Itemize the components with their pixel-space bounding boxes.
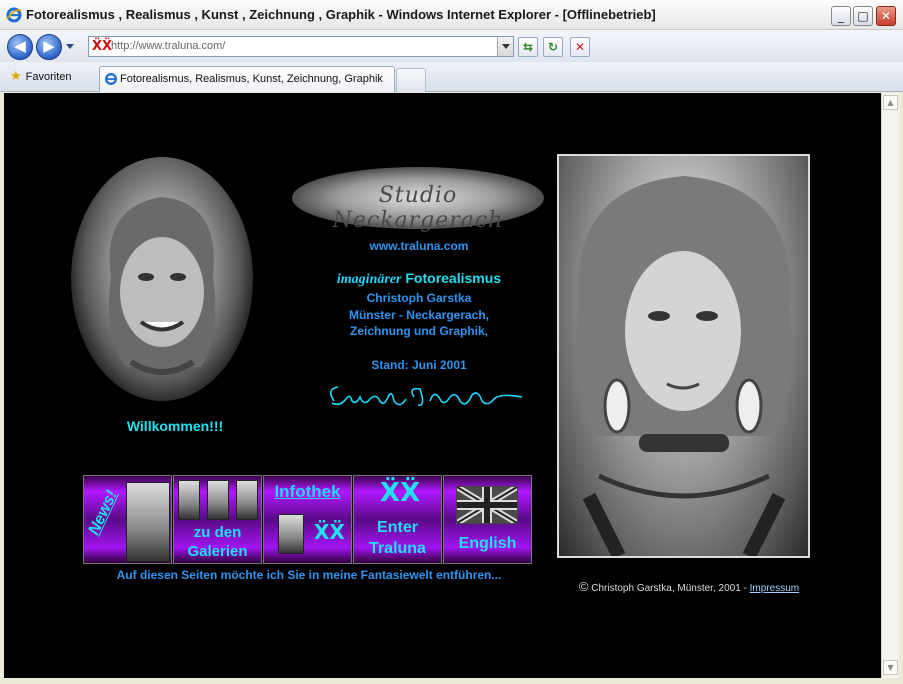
site-favicon-icon: ẌẌ xyxy=(92,39,113,54)
studio-logo: Studio Neckargerach xyxy=(292,167,544,233)
address-bar[interactable]: ẌẌ http://www.traluna.com/ xyxy=(88,36,514,57)
internet-explorer-icon xyxy=(6,7,22,23)
intro-text: Auf diesen Seiten möchte ich Sie in mein… xyxy=(116,568,502,582)
infothek-label: Infothek xyxy=(274,482,341,501)
gallery-thumbnail-image xyxy=(207,480,229,520)
maximize-button[interactable]: □ xyxy=(853,6,873,26)
gallery-thumbnail-image xyxy=(178,480,200,520)
english-label: English xyxy=(458,535,517,552)
forward-button[interactable]: ▶ xyxy=(36,34,62,60)
new-tab-button[interactable] xyxy=(396,68,426,92)
tab-label: Fotorealismus, Realismus, Kunst, Zeichnu… xyxy=(120,73,383,85)
compatibility-view-button[interactable]: ⇆ xyxy=(518,37,538,57)
galleries-label-line1: zu den xyxy=(193,524,242,541)
studio-logo-text: Studio Neckargerach xyxy=(332,183,504,233)
news-label: News! xyxy=(85,487,121,538)
site-navigation: News! zu den Galerien Infothek ẌẌ ẌẌ Ent… xyxy=(83,475,532,565)
traluna-logo-icon: ẌẌ xyxy=(380,478,421,508)
infothek-button[interactable]: Infothek ẌẌ xyxy=(263,475,352,564)
favorites-button[interactable]: ★ Favoriten xyxy=(10,68,72,84)
address-url[interactable]: http://www.traluna.com/ xyxy=(111,40,225,52)
site-url-link[interactable]: www.traluna.com xyxy=(293,239,545,253)
copyright-text: Christoph Garstka, Münster, 2001 - xyxy=(591,583,747,594)
impressum-link[interactable]: Impressum xyxy=(750,583,799,594)
news-button[interactable]: News! xyxy=(83,475,172,564)
english-button[interactable]: English xyxy=(443,475,532,564)
star-icon: ★ xyxy=(10,68,22,83)
favorites-label: Favoriten xyxy=(25,71,72,83)
vertical-scrollbar[interactable]: ▲ ▼ xyxy=(881,93,899,678)
infothek-thumbnail-image xyxy=(278,514,304,554)
internet-explorer-icon xyxy=(105,73,117,85)
refresh-button[interactable]: ↻ xyxy=(543,37,563,57)
headline-fotorealismus: Fotorealismus xyxy=(405,270,502,286)
back-button[interactable]: ◀ xyxy=(7,34,33,60)
enter-label-line2: Traluna xyxy=(369,540,426,557)
close-button[interactable]: ✕ xyxy=(876,6,896,26)
minimize-button[interactable]: _ xyxy=(831,6,851,26)
copyright-symbol: © xyxy=(578,579,589,594)
last-updated: Stand: Juni 2001 xyxy=(371,358,467,372)
page-viewport: Studio Neckargerach www.traluna.com imag… xyxy=(4,93,881,678)
stop-button[interactable]: ✕ xyxy=(570,37,590,57)
recent-pages-dropdown-icon[interactable] xyxy=(66,44,74,49)
welcome-text: Willkommen!!! xyxy=(126,418,224,434)
galleries-button[interactable]: zu den Galerien xyxy=(173,475,262,564)
news-thumbnail-image xyxy=(126,482,170,562)
author-disciplines: Zeichnung und Graphik, xyxy=(350,324,488,338)
window-title: Fotorealismus , Realismus , Kunst , Zeic… xyxy=(26,7,656,22)
featured-portrait-image xyxy=(557,154,810,558)
signature-image xyxy=(330,386,523,406)
tab-bar: ★ Favoriten Fotorealismus, Realismus, Kun… xyxy=(0,62,903,92)
gallery-thumbnail-image xyxy=(236,480,258,520)
window-titlebar: Fotorealismus , Realismus , Kunst , Zeic… xyxy=(0,0,903,30)
copyright-line: © Christoph Garstka, Münster, 2001 - Imp… xyxy=(564,579,814,594)
author-places: Münster - Neckargerach, xyxy=(348,308,490,322)
headline: imaginärer Fotorealismus xyxy=(293,270,545,288)
scroll-down-icon[interactable]: ▼ xyxy=(883,660,898,675)
traluna-logo-icon: ẌẌ xyxy=(314,520,345,544)
union-jack-flag-icon xyxy=(456,486,518,524)
window-frame xyxy=(899,93,903,684)
tab-active[interactable]: Fotorealismus, Realismus, Kunst, Zeichnu… xyxy=(99,66,395,92)
author-name: Christoph Garstka xyxy=(366,291,472,305)
welcome-portrait-image xyxy=(71,157,253,401)
headline-imaginary: imaginärer xyxy=(336,272,402,287)
enter-traluna-button[interactable]: ẌẌ Enter Traluna xyxy=(353,475,442,564)
navigation-bar: ◀ ▶ ẌẌ http://www.traluna.com/ ⇆ ↻ ✕ xyxy=(0,30,903,62)
scroll-up-icon[interactable]: ▲ xyxy=(883,95,898,110)
address-dropdown-icon[interactable] xyxy=(497,37,513,56)
galleries-label-line2: Galerien xyxy=(187,543,248,560)
enter-label-line1: Enter xyxy=(377,519,418,536)
window-frame xyxy=(0,678,903,684)
